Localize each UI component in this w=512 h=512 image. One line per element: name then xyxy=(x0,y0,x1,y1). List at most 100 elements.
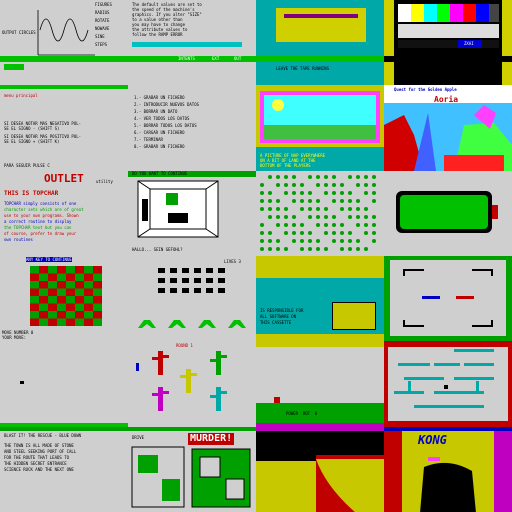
file-menu-item-2[interactable]: 2.- INTRODUCIR NUEVOS DATOS xyxy=(134,102,199,107)
maze-dot xyxy=(276,198,280,203)
board-square[interactable] xyxy=(66,280,75,289)
board-square[interactable] xyxy=(93,303,102,311)
file-menu-item-6[interactable]: 6.- CARGAR UN FICHERO xyxy=(134,130,185,135)
maze-dot xyxy=(356,198,360,203)
board-square[interactable] xyxy=(84,318,93,326)
menu-out[interactable]: OUT xyxy=(234,56,241,61)
maze-dot xyxy=(324,246,328,251)
board-square[interactable] xyxy=(84,265,93,274)
invader xyxy=(206,287,213,293)
board-square[interactable] xyxy=(57,303,66,311)
maze-dot xyxy=(260,222,264,227)
file-menu-item-3[interactable]: 3.- BORRAR UN DATO xyxy=(134,109,177,114)
maze-dot xyxy=(364,174,368,179)
tile-file-menu: 1.- GRABAR UN FICHERO 2.- INTRODUCIR NUE… xyxy=(128,85,256,171)
rescue-line-5: SCIENCE ROCK AND THE NEXT ONE xyxy=(4,466,74,472)
board-square[interactable] xyxy=(93,265,102,274)
board-square[interactable] xyxy=(66,310,75,319)
shield-bunker xyxy=(228,319,246,328)
maze-dot xyxy=(332,238,336,243)
maze-dot xyxy=(332,230,336,235)
menu-ext[interactable]: EXT xyxy=(212,56,219,61)
maze-dot xyxy=(332,214,336,219)
board-square[interactable] xyxy=(48,265,57,274)
board-square[interactable] xyxy=(39,318,48,326)
tile-golden-apple: Quest for the Golden Apple Aoria xyxy=(384,85,512,171)
board-square[interactable] xyxy=(66,273,75,281)
board-square[interactable] xyxy=(39,273,48,281)
menu-intents[interactable]: INTENTS xyxy=(178,56,195,61)
board-square[interactable] xyxy=(75,288,84,296)
board-square[interactable] xyxy=(48,280,57,289)
board-square[interactable] xyxy=(75,310,84,319)
board-square[interactable] xyxy=(57,273,66,281)
board-square[interactable] xyxy=(93,310,102,319)
board-square[interactable] xyxy=(75,280,84,289)
board-square[interactable] xyxy=(30,265,39,274)
board-square[interactable] xyxy=(84,310,93,319)
board-square[interactable] xyxy=(93,318,102,326)
board-square[interactable] xyxy=(57,295,66,304)
board-square[interactable] xyxy=(66,265,75,274)
maze-dot xyxy=(340,198,344,203)
board-square[interactable] xyxy=(93,273,102,281)
board-square[interactable] xyxy=(75,295,84,304)
board-square[interactable] xyxy=(84,280,93,289)
maze-dot xyxy=(308,198,312,203)
board-square[interactable] xyxy=(93,280,102,289)
file-menu-item-8[interactable]: 8.- GRABAR UN FICHERO xyxy=(134,144,185,149)
board-square[interactable] xyxy=(48,310,57,319)
dot-maze xyxy=(256,170,384,256)
maze-dot xyxy=(292,230,296,235)
board-square[interactable] xyxy=(30,280,39,289)
board-square[interactable] xyxy=(48,295,57,304)
board-square[interactable] xyxy=(30,273,39,281)
board-square[interactable] xyxy=(66,295,75,304)
board-square[interactable] xyxy=(84,303,93,311)
file-menu-item-4[interactable]: 4.- VER TODOS LOS DATOS xyxy=(134,116,189,121)
board-square[interactable] xyxy=(57,318,66,326)
file-menu-item-5[interactable]: 5.- BORRAR TODOS LOS DATOS xyxy=(134,123,197,128)
board-square[interactable] xyxy=(39,295,48,304)
board-square[interactable] xyxy=(48,288,57,296)
checkers-your-move[interactable]: YOUR MOVE: xyxy=(2,335,26,340)
board-square[interactable] xyxy=(39,310,48,319)
board-square[interactable] xyxy=(57,280,66,289)
board-square[interactable] xyxy=(75,303,84,311)
board-square[interactable] xyxy=(30,303,39,311)
board-square[interactable] xyxy=(48,303,57,311)
board-square[interactable] xyxy=(66,318,75,326)
maze-dot xyxy=(348,214,352,219)
board-square[interactable] xyxy=(57,288,66,296)
board-square[interactable] xyxy=(57,265,66,274)
board-square[interactable] xyxy=(93,288,102,296)
landscape-line-3: BOTTOM OF THE PLAYERS xyxy=(260,163,311,169)
board-square[interactable] xyxy=(75,273,84,281)
maze-dot xyxy=(364,230,368,235)
board-square[interactable] xyxy=(84,273,93,281)
board-square[interactable] xyxy=(66,288,75,296)
board-square[interactable] xyxy=(39,288,48,296)
board-square[interactable] xyxy=(66,303,75,311)
board-square[interactable] xyxy=(57,310,66,319)
maze-dot xyxy=(372,182,376,187)
maze-dot xyxy=(260,246,264,251)
file-menu-item-1[interactable]: 1.- GRABAR UN FICHERO xyxy=(134,95,185,100)
board-square[interactable] xyxy=(30,318,39,326)
file-menu-item-7[interactable]: 7.- TERMINAR xyxy=(134,137,163,142)
board-square[interactable] xyxy=(84,288,93,296)
board-square[interactable] xyxy=(39,265,48,274)
board-square[interactable] xyxy=(84,295,93,304)
board-square[interactable] xyxy=(75,265,84,274)
board-square[interactable] xyxy=(93,295,102,304)
figures-menu-4: NOWAVE xyxy=(95,26,110,31)
figures-menu-3: ROTATE xyxy=(95,18,110,23)
board-square[interactable] xyxy=(39,280,48,289)
board-square[interactable] xyxy=(30,295,39,304)
board-square[interactable] xyxy=(39,303,48,311)
board-square[interactable] xyxy=(48,273,57,281)
board-square[interactable] xyxy=(75,318,84,326)
board-square[interactable] xyxy=(48,318,57,326)
board-square[interactable] xyxy=(30,288,39,296)
board-square[interactable] xyxy=(30,310,39,319)
